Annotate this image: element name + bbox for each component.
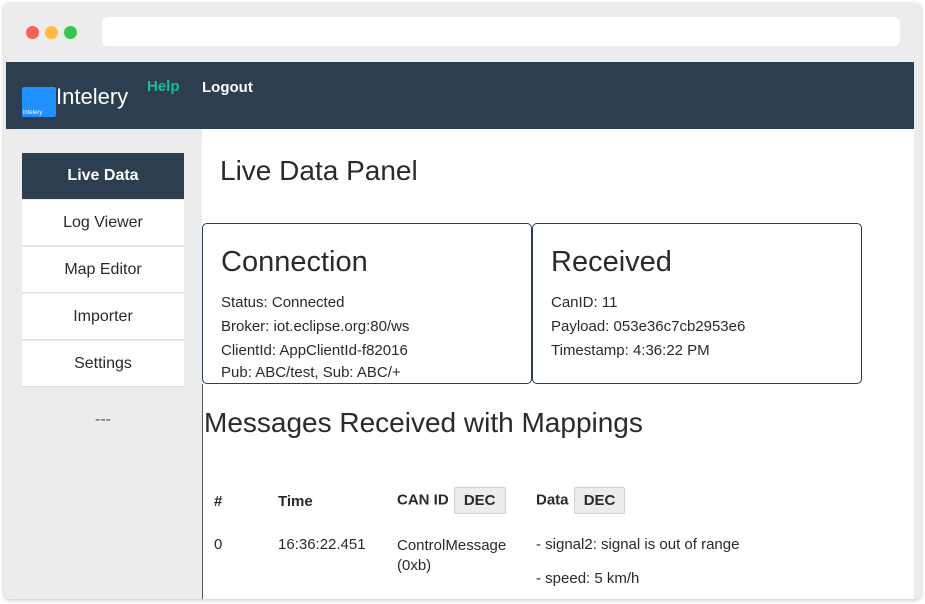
help-link[interactable]: Help [147, 78, 180, 95]
maximize-window-button[interactable] [64, 26, 77, 39]
sidebar-item-importer[interactable]: Importer [22, 294, 184, 340]
messages-title: Messages Received with Mappings [204, 407, 643, 438]
sidebar-extra: --- [95, 411, 111, 428]
connection-pubsub: Pub: ABC/test, Sub: ABC/+ [221, 364, 401, 381]
browser-chrome [4, 3, 921, 62]
main-divider [202, 384, 203, 599]
sidebar-item-settings[interactable]: Settings [22, 341, 184, 387]
connection-status: Status: Connected [221, 294, 345, 311]
logout-link[interactable]: Logout [202, 79, 253, 96]
logo-small-text: intelery [23, 110, 43, 116]
connection-broker: Broker: iot.eclipse.org:80/ws [221, 318, 410, 335]
brand-name[interactable]: Intelery [56, 84, 128, 110]
data-label: Data [536, 491, 569, 509]
row-can-name: ControlMessage [397, 537, 507, 554]
row-can-hex: (0xb) [397, 557, 432, 574]
connection-title: Connection [221, 246, 368, 278]
connection-card: Connection Status: Connected Broker: iot… [202, 223, 532, 384]
row-time: 16:36:22.451 [278, 536, 366, 553]
received-can-id: CanID: 11 [551, 294, 618, 311]
column-header-data: Data DEC [536, 487, 626, 514]
browser-window: intelery Intelery Help Logout Live Data … [4, 3, 921, 599]
received-title: Received [551, 246, 672, 278]
sidebar: Live Data Log Viewer Map Editor Importer… [6, 129, 202, 599]
minimize-window-button[interactable] [45, 26, 58, 39]
received-card: Received CanID: 11 Payload: 053e36c7cb29… [532, 223, 862, 384]
row-signal: - signal2: signal is out of range [536, 536, 740, 553]
page-content: Live Data Log Viewer Map Editor Importer… [6, 129, 914, 599]
sidebar-item-map-editor[interactable]: Map Editor [22, 247, 184, 293]
column-header-can-id: CAN ID DEC [397, 487, 506, 514]
close-window-button[interactable] [26, 26, 39, 39]
sidebar-item-log-viewer[interactable]: Log Viewer [22, 200, 184, 246]
page-title: Live Data Panel [220, 155, 418, 186]
sidebar-item-live-data[interactable]: Live Data [22, 153, 184, 199]
row-signal: - speed: 5 km/h [536, 570, 640, 587]
can-id-dec-button[interactable]: DEC [453, 487, 506, 514]
can-id-label: CAN ID [397, 491, 449, 509]
data-dec-button[interactable]: DEC [573, 487, 626, 514]
row-can-id: ControlMessage (0xb) [397, 536, 506, 576]
received-payload: Payload: 053e36c7cb2953e6 [551, 318, 746, 335]
logo-icon[interactable]: intelery [22, 87, 56, 117]
row-num: 0 [214, 536, 223, 553]
column-header-time: Time [278, 493, 313, 510]
address-bar[interactable] [102, 17, 900, 46]
connection-client-id: ClientId: AppClientId-f82016 [221, 342, 408, 359]
received-timestamp: Timestamp: 4:36:22 PM [551, 342, 710, 359]
column-header-num: # [214, 493, 223, 510]
top-navbar: intelery Intelery Help Logout [6, 62, 914, 129]
